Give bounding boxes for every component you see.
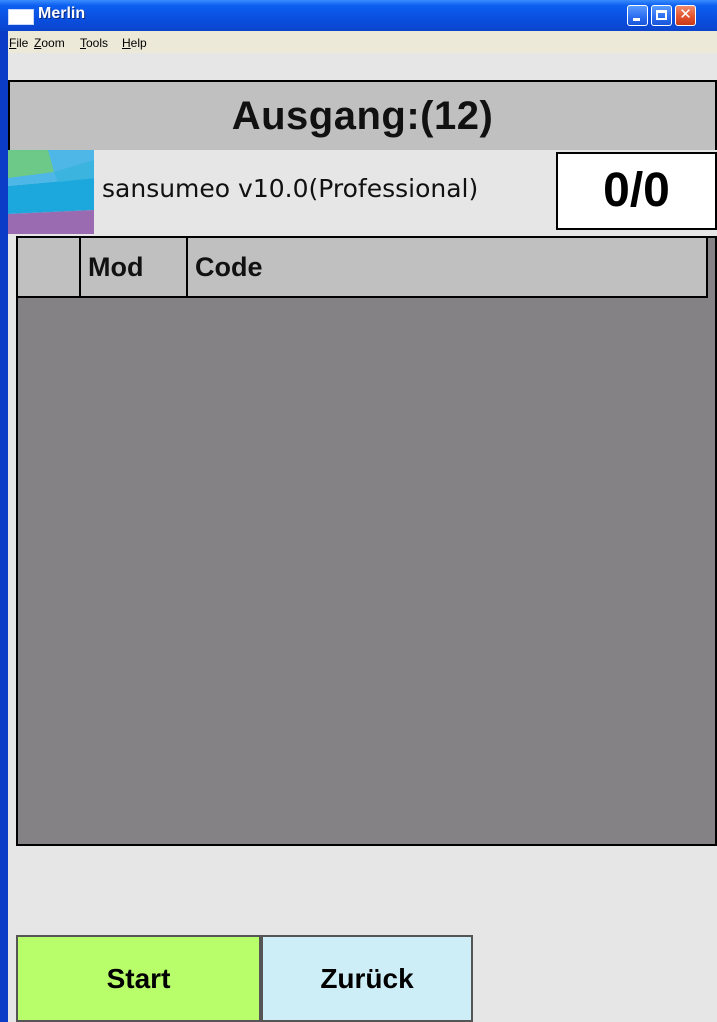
- app-name-label: sansumeo v10.0(Professional): [102, 174, 479, 203]
- maximize-icon: [656, 10, 667, 20]
- menu-bar: File Zoom Tools Help: [8, 31, 717, 53]
- column-header-code[interactable]: Code: [188, 238, 706, 296]
- counter-display: 0/0: [556, 152, 717, 230]
- window-title: Merlin: [38, 5, 86, 22]
- counter-value: 0/0: [603, 164, 670, 217]
- title-bar[interactable]: Merlin ✕: [0, 0, 717, 31]
- menu-help[interactable]: Help: [122, 36, 147, 50]
- minimize-icon: [633, 18, 640, 21]
- client-area: Ausgang:(12) sansumeo v10.0(Professional…: [8, 53, 717, 1022]
- menu-help-label: elp: [130, 36, 147, 50]
- data-table[interactable]: Mod Code: [16, 236, 717, 846]
- window-icon: [8, 9, 34, 25]
- table-header: Mod Code: [18, 238, 708, 298]
- column-mod-label: Mod: [88, 252, 144, 282]
- column-header-mod[interactable]: Mod: [81, 238, 188, 296]
- menu-file[interactable]: File: [9, 36, 28, 50]
- close-button[interactable]: ✕: [675, 5, 696, 26]
- app-logo-icon: [8, 150, 94, 234]
- column-header-select[interactable]: [18, 238, 81, 296]
- menu-zoom[interactable]: Zoom: [34, 36, 65, 50]
- maximize-button[interactable]: [651, 5, 672, 26]
- menu-zoom-label: oom: [41, 36, 65, 50]
- minimize-button[interactable]: [627, 5, 648, 26]
- info-row: sansumeo v10.0(Professional) 0/0: [8, 150, 717, 234]
- menu-tools-label: ools: [86, 36, 109, 50]
- app-window: Merlin ✕ File Zoom Tools Help Ausgang:(1…: [0, 0, 717, 1022]
- back-button[interactable]: Zurück: [261, 935, 473, 1022]
- column-code-label: Code: [195, 252, 263, 282]
- menu-file-label: ile: [16, 36, 29, 50]
- page-title: Ausgang:(12): [231, 94, 494, 138]
- start-button[interactable]: Start: [16, 935, 261, 1022]
- menu-help-accel: H: [122, 36, 131, 50]
- close-icon: ✕: [679, 5, 692, 23]
- table-body[interactable]: [18, 298, 715, 844]
- page-header: Ausgang:(12): [8, 80, 717, 152]
- menu-tools[interactable]: Tools: [80, 36, 108, 50]
